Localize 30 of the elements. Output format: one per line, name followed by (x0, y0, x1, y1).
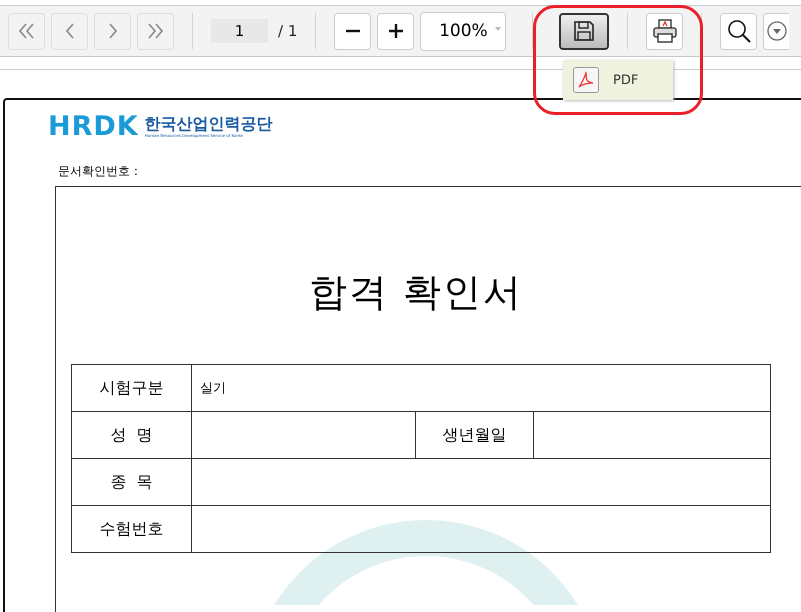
field-label-cell: 성 명 (72, 412, 192, 458)
dropdown-circle-icon (766, 20, 788, 42)
field-label-cell: 시험구분 (72, 364, 192, 412)
certificate-title: 합격 확인서 (308, 269, 524, 316)
double-chevron-icon (148, 23, 163, 39)
page-number-field[interactable]: 1 (211, 19, 268, 43)
zoom-in-button[interactable] (377, 12, 414, 50)
field-label-cell: 수험번호 (72, 506, 192, 552)
double-chevron-icon (19, 23, 34, 39)
minus-icon (346, 29, 360, 33)
print-button[interactable] (646, 12, 684, 50)
save-button[interactable] (559, 12, 610, 50)
page-total: / 1 (278, 22, 298, 40)
field-label-cell: 생년월일 (416, 412, 534, 458)
plus-icon (388, 24, 403, 38)
field-label-cell: 종 목 (72, 458, 192, 506)
chevron-icon (108, 23, 116, 39)
zoom-dropdown[interactable]: 100% (420, 12, 506, 50)
zoom-out-button[interactable] (334, 12, 372, 50)
printer-icon (652, 18, 678, 44)
pdf-icon (573, 67, 599, 93)
chevron-icon (66, 23, 74, 39)
more-button[interactable] (763, 12, 790, 50)
logo-wordmark: HRDK (48, 113, 139, 141)
pdf-menu-item[interactable]: PDF (563, 60, 673, 100)
document-number-label: 문서확인번호 : (58, 163, 139, 180)
logo-name: 한국산업인력공단 (144, 115, 273, 133)
field-value-cell: 실기 (192, 364, 770, 412)
search-icon (726, 18, 752, 44)
search-button[interactable] (720, 12, 758, 50)
